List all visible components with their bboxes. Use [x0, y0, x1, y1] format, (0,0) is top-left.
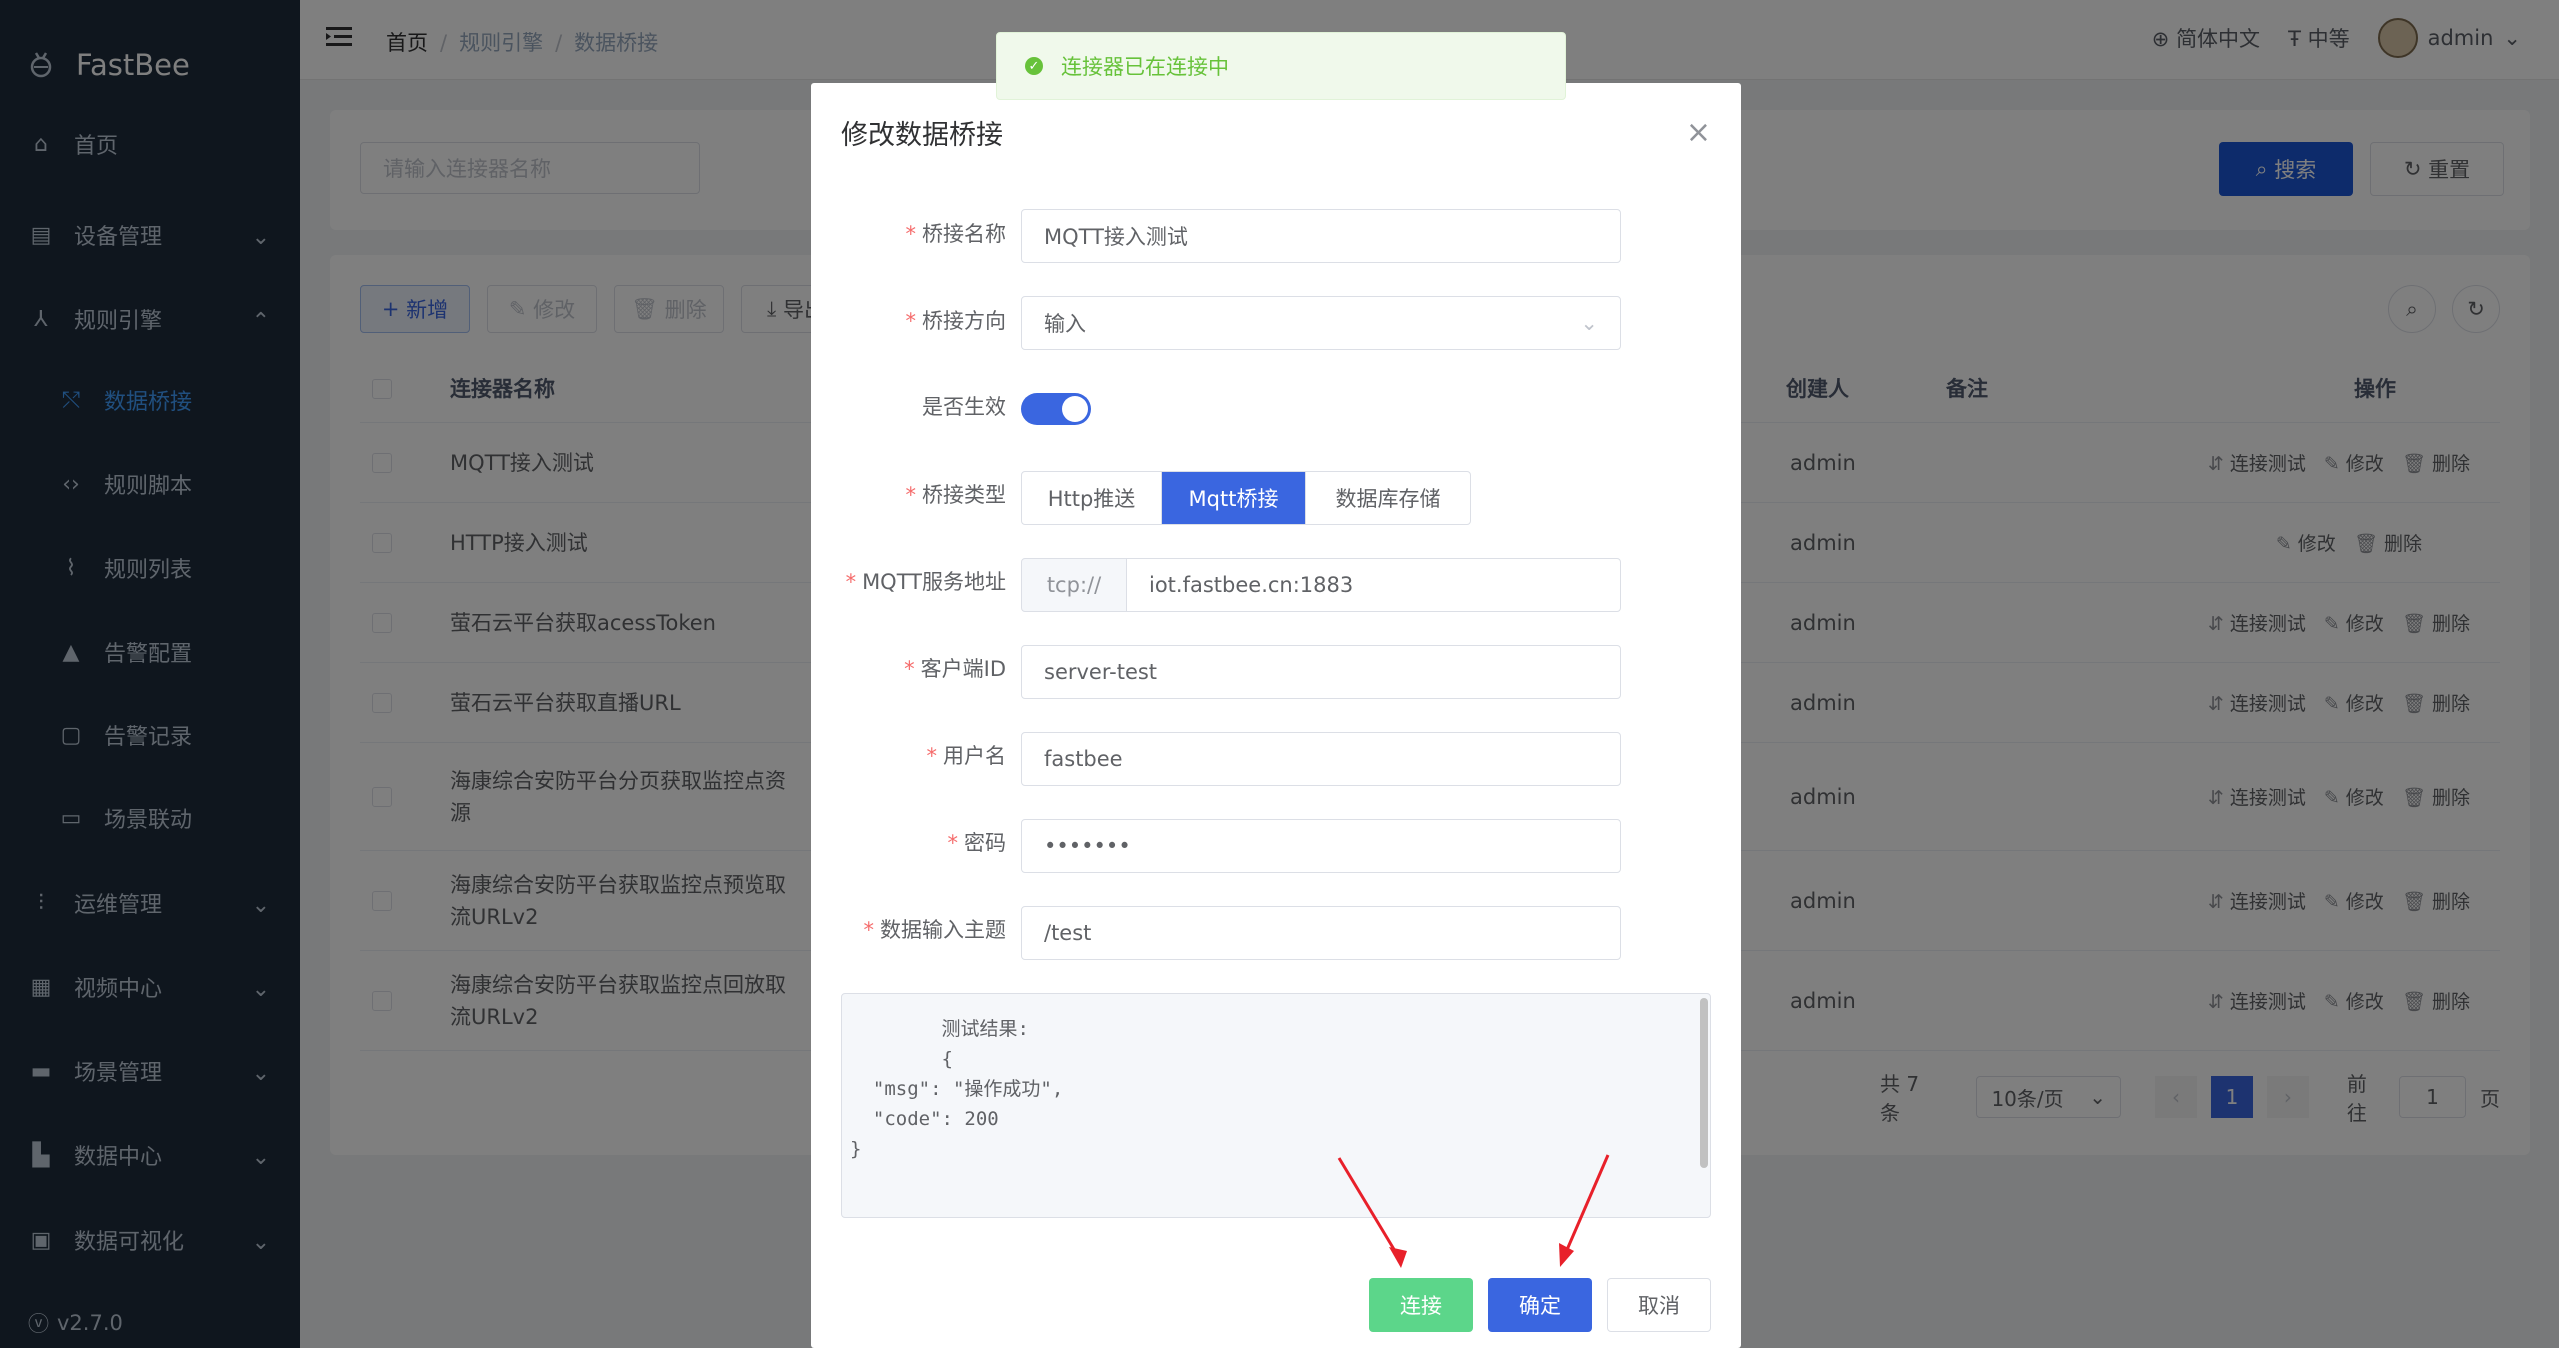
edit-bridge-dialog: 修改数据桥接 × * 桥接名称 MQTT接入测试 * 桥接方向 输入 ⌄ 是否生效 *…: [811, 83, 1741, 1348]
annotation-arrows: [1337, 1154, 1610, 1268]
check-circle-icon: ✓: [1025, 57, 1043, 75]
success-toast: ✓ 连接器已在连接中: [996, 32, 1566, 100]
toast-message: 连接器已在连接中: [1061, 55, 1229, 79]
